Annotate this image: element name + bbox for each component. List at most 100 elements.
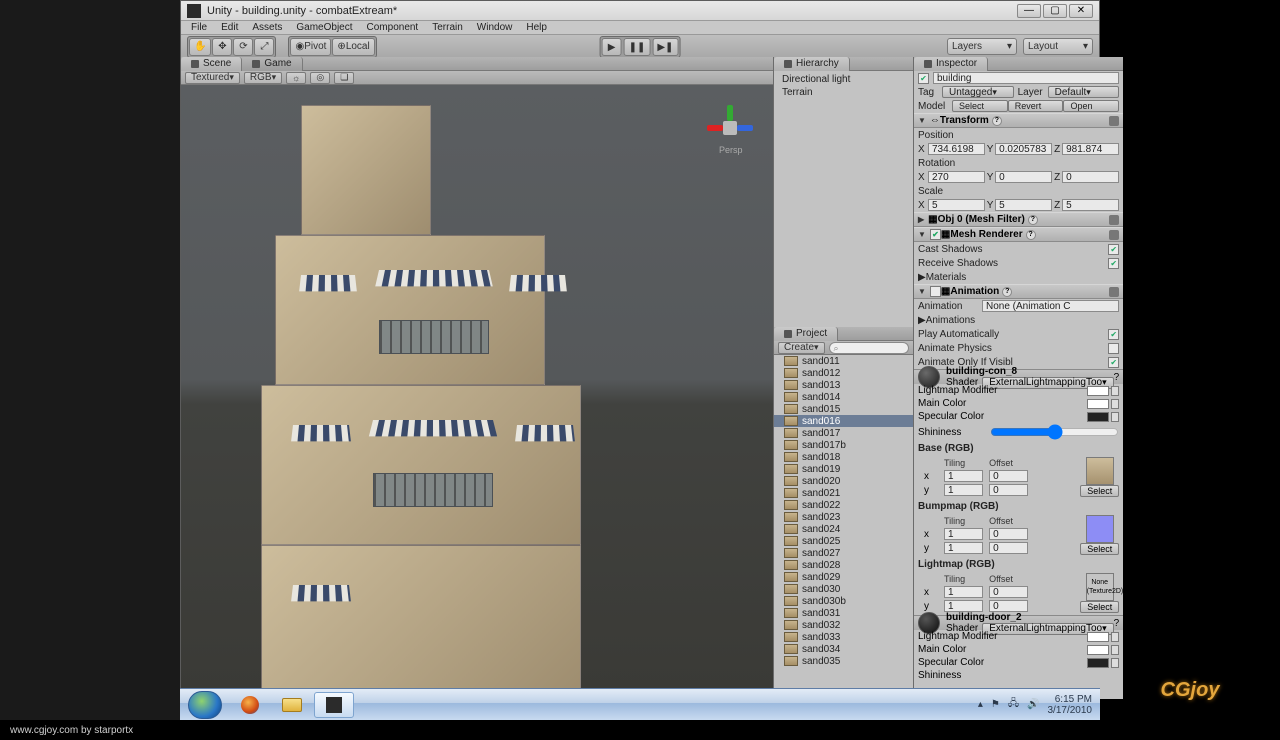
main-color[interactable] (1087, 399, 1109, 409)
project-item[interactable]: sand011 (774, 355, 913, 367)
project-item[interactable]: sand033 (774, 631, 913, 643)
transform-header[interactable]: ▼⇔ Transform? (914, 113, 1123, 128)
project-list[interactable]: sand011sand012sand013sand014sand015sand0… (774, 355, 913, 699)
taskbar-firefox[interactable] (230, 692, 270, 718)
base-offset-x[interactable]: 0 (989, 470, 1028, 482)
help-icon[interactable]: ? (1026, 230, 1036, 240)
color-picker-icon[interactable] (1111, 412, 1119, 422)
base-texture-select[interactable]: Select (1080, 485, 1119, 497)
receive-shadows-checkbox[interactable]: ✔ (1108, 258, 1119, 269)
project-item[interactable]: sand024 (774, 523, 913, 535)
gear-icon[interactable] (1109, 230, 1119, 240)
taskbar-explorer[interactable] (272, 692, 312, 718)
animation-header[interactable]: ▼ ▦ Animation? (914, 284, 1123, 299)
tab-project[interactable]: Project (774, 327, 838, 341)
color-picker-icon[interactable] (1111, 399, 1119, 409)
project-item[interactable]: sand013 (774, 379, 913, 391)
scene-viewport[interactable]: Persp (181, 85, 773, 699)
gizmo-y-axis[interactable] (727, 105, 733, 121)
scene-audio-toggle[interactable]: ◎ (310, 72, 330, 84)
menu-edit[interactable]: Edit (215, 22, 244, 33)
shading-mode-dropdown[interactable]: Textured ▾ (185, 72, 240, 84)
start-button[interactable] (188, 691, 222, 719)
model-select-button[interactable]: Select (952, 100, 1008, 112)
scene-fx-toggle[interactable]: ❏ (334, 72, 354, 84)
project-item[interactable]: sand023 (774, 511, 913, 523)
project-item[interactable]: sand032 (774, 619, 913, 631)
bump-offset-x[interactable]: 0 (989, 528, 1028, 540)
lightmap-modifier-color[interactable] (1087, 632, 1109, 642)
project-item[interactable]: sand030 (774, 583, 913, 595)
light-tiling-x[interactable]: 1 (944, 586, 983, 598)
bump-tiling-x[interactable]: 1 (944, 528, 983, 540)
menu-assets[interactable]: Assets (246, 22, 288, 33)
bump-texture-swatch[interactable] (1086, 515, 1114, 543)
scale-x-field[interactable]: 5 (928, 199, 985, 211)
tab-inspector[interactable]: Inspector (914, 57, 988, 71)
play-button[interactable]: ▶ (602, 38, 622, 56)
tray-flag-icon[interactable]: ⚑ (991, 699, 1000, 710)
lightmap-texture-swatch[interactable]: None (Texture2D) (1086, 573, 1114, 601)
maximize-button[interactable]: ▢ (1043, 4, 1067, 18)
gear-icon[interactable] (1109, 215, 1119, 225)
mesh-renderer-header[interactable]: ▼✔ ▦ Mesh Renderer? (914, 227, 1123, 242)
menu-terrain[interactable]: Terrain (426, 22, 469, 33)
hand-tool[interactable]: ✋ (189, 38, 211, 56)
pos-x-field[interactable]: 734.6198 (928, 143, 985, 155)
scale-y-field[interactable]: 5 (995, 199, 1052, 211)
project-item[interactable]: sand018 (774, 451, 913, 463)
menu-component[interactable]: Component (361, 22, 425, 33)
cast-shadows-checkbox[interactable]: ✔ (1108, 244, 1119, 255)
tray-volume-icon[interactable]: 🔊 (1027, 699, 1039, 710)
project-item[interactable]: sand021 (774, 487, 913, 499)
help-icon[interactable]: ? (992, 116, 1002, 126)
project-item[interactable]: sand022 (774, 499, 913, 511)
project-item[interactable]: sand034 (774, 643, 913, 655)
color-picker-icon[interactable] (1111, 386, 1119, 396)
tray-network-icon[interactable]: 🖧 (1008, 696, 1019, 713)
pos-z-field[interactable]: 981.874 (1062, 143, 1119, 155)
project-item[interactable]: sand029 (774, 571, 913, 583)
base-texture-swatch[interactable] (1086, 457, 1114, 485)
bump-texture-select[interactable]: Select (1080, 543, 1119, 555)
layout-dropdown[interactable]: Layout▾ (1023, 38, 1093, 55)
project-item[interactable]: sand020 (774, 475, 913, 487)
light-offset-y[interactable]: 0 (989, 600, 1028, 612)
project-search-input[interactable]: ⌕ (829, 342, 909, 354)
menu-window[interactable]: Window (471, 22, 519, 33)
local-toggle[interactable]: ⊕Local (332, 38, 374, 56)
animation-clip-field[interactable]: None (Animation C (982, 300, 1119, 312)
close-button[interactable]: ✕ (1069, 4, 1093, 18)
material-header[interactable]: building-con_8 ShaderExternalLightmappin… (914, 370, 1123, 384)
animate-physics-checkbox[interactable] (1108, 343, 1119, 354)
color-picker-icon[interactable] (1111, 645, 1119, 655)
rot-y-field[interactable]: 0 (995, 171, 1052, 183)
project-item[interactable]: sand027 (774, 547, 913, 559)
tab-hierarchy[interactable]: Hierarchy (774, 57, 850, 71)
materials-label[interactable]: Materials (926, 272, 967, 283)
project-item[interactable]: sand016 (774, 415, 913, 427)
windows-taskbar[interactable]: ▴ ⚑ 🖧 🔊 6:15 PM 3/17/2010 (180, 688, 1100, 720)
project-item[interactable]: sand015 (774, 403, 913, 415)
scene-light-toggle[interactable]: ☼ (286, 72, 306, 84)
base-offset-y[interactable]: 0 (989, 484, 1028, 496)
pause-button[interactable]: ❚❚ (624, 38, 651, 56)
project-item[interactable]: sand017b (774, 439, 913, 451)
project-item[interactable]: sand031 (774, 607, 913, 619)
menu-file[interactable]: File (185, 22, 213, 33)
shininess-slider[interactable] (990, 424, 1119, 440)
bump-tiling-y[interactable]: 1 (944, 542, 983, 554)
base-tiling-y[interactable]: 1 (944, 484, 983, 496)
model-open-button[interactable]: Open (1063, 100, 1119, 112)
mesh-renderer-enabled-checkbox[interactable]: ✔ (930, 229, 941, 240)
pivot-toggle[interactable]: ◉Pivot (290, 38, 331, 56)
object-active-checkbox[interactable]: ✔ (918, 73, 929, 84)
object-name-field[interactable]: building (933, 72, 1119, 84)
specular-color[interactable] (1087, 412, 1109, 422)
project-item[interactable]: sand017 (774, 427, 913, 439)
rotate-tool[interactable]: ⟳ (233, 38, 253, 56)
gear-icon[interactable] (1109, 116, 1119, 126)
create-dropdown[interactable]: Create ▾ (778, 342, 825, 354)
project-item[interactable]: sand025 (774, 535, 913, 547)
menu-gameobject[interactable]: GameObject (290, 22, 358, 33)
